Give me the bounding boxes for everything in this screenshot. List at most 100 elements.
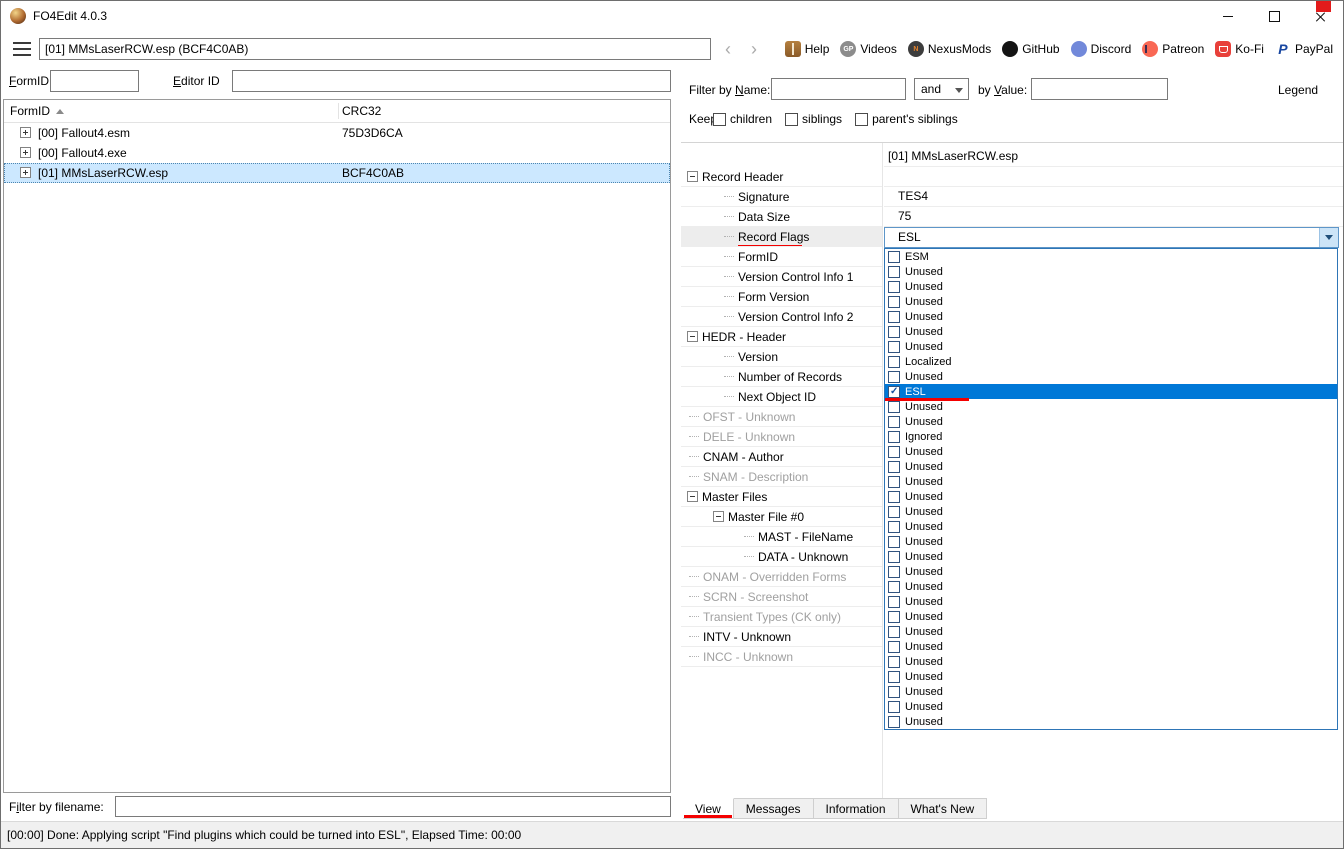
checkbox-icon[interactable] (888, 701, 900, 713)
checkbox-icon[interactable] (888, 596, 900, 608)
minimize-button[interactable] (1205, 1, 1251, 31)
flag-option[interactable]: Unused (885, 699, 1337, 714)
flag-option[interactable]: Unused (885, 669, 1337, 684)
filter-operator-select[interactable]: and (914, 78, 969, 100)
flag-option[interactable]: Unused (885, 624, 1337, 639)
checkbox-icon[interactable] (888, 716, 900, 728)
field-row[interactable]: Version Control Info 1 (681, 267, 882, 287)
checkbox-icon[interactable] (888, 626, 900, 638)
checkbox-icon[interactable] (888, 641, 900, 653)
checkbox-icon[interactable] (888, 566, 900, 578)
flag-option[interactable]: Unused (885, 369, 1337, 384)
flag-option[interactable]: Unused (885, 714, 1337, 729)
flag-option[interactable]: ESM (885, 249, 1337, 264)
keep-option[interactable]: siblings (785, 112, 842, 126)
field-row[interactable]: Data Size (681, 207, 882, 227)
checkbox-icon[interactable] (888, 656, 900, 668)
flag-option[interactable]: Unused (885, 279, 1337, 294)
checkbox-icon[interactable] (888, 311, 900, 323)
plugin-row[interactable]: [00] Fallout4.exe (4, 143, 670, 163)
expand-plus-icon[interactable] (20, 147, 31, 158)
bottom-tab[interactable]: Messages (734, 798, 814, 819)
combobox-dropdown-button[interactable] (1319, 228, 1338, 247)
field-row[interactable]: HEDR - Header (681, 327, 882, 347)
flag-option[interactable]: Unused (885, 639, 1337, 654)
column-divider[interactable] (338, 103, 339, 119)
field-row[interactable]: MAST - FileName (681, 527, 882, 547)
bottom-tab[interactable]: View (683, 798, 734, 819)
field-row[interactable]: OFST - Unknown (681, 407, 882, 427)
checkbox-icon[interactable] (888, 296, 900, 308)
plugin-row[interactable]: [01] MMsLaserRCW.esp BCF4C0AB (4, 163, 670, 183)
field-row[interactable]: DELE - Unknown (681, 427, 882, 447)
filter-value-input[interactable] (1031, 78, 1168, 100)
checkbox-icon[interactable] (888, 686, 900, 698)
forward-button[interactable]: › (745, 40, 763, 58)
checkbox-icon[interactable] (888, 446, 900, 458)
collapse-minus-icon[interactable] (687, 331, 698, 342)
checkbox-icon[interactable] (888, 371, 900, 383)
checkbox-icon[interactable] (888, 611, 900, 623)
toolbar-link[interactable]: Help (785, 41, 830, 57)
checkbox-icon[interactable] (888, 266, 900, 278)
toolbar-link[interactable]: GP Videos (840, 41, 896, 57)
field-row[interactable]: SNAM - Description (681, 467, 882, 487)
value-data-size[interactable]: 75 (884, 207, 1344, 227)
flag-option[interactable]: Unused (885, 654, 1337, 669)
flag-option[interactable]: Unused (885, 444, 1337, 459)
checkbox-icon[interactable] (888, 431, 900, 443)
keep-option[interactable]: children (713, 112, 772, 126)
toolbar-link[interactable]: GitHub (1002, 41, 1059, 57)
flag-option[interactable]: Unused (885, 579, 1337, 594)
legend-link[interactable]: Legend (1278, 83, 1318, 97)
flag-option[interactable]: Unused (885, 504, 1337, 519)
field-row[interactable]: Master Files (681, 487, 882, 507)
flag-option[interactable]: Unused (885, 519, 1337, 534)
back-button[interactable]: ‹ (719, 40, 737, 58)
field-row[interactable]: Record Flags (681, 227, 882, 247)
checkbox-icon[interactable] (888, 356, 900, 368)
checkbox-icon[interactable] (888, 671, 900, 683)
flag-option[interactable]: Unused (885, 339, 1337, 354)
checkbox-icon[interactable] (888, 521, 900, 533)
record-flags-combobox[interactable]: ESL (884, 227, 1339, 248)
flag-option[interactable]: Localized (885, 354, 1337, 369)
field-row[interactable]: INCC - Unknown (681, 647, 882, 667)
flag-option[interactable]: Unused (885, 459, 1337, 474)
column-header-formid[interactable]: FormID (10, 104, 64, 118)
expand-plus-icon[interactable] (20, 167, 31, 178)
field-row[interactable]: Form Version (681, 287, 882, 307)
flag-option[interactable]: Unused (885, 309, 1337, 324)
value-column-header[interactable]: [01] MMsLaserRCW.esp (884, 147, 1344, 167)
field-row[interactable]: INTV - Unknown (681, 627, 882, 647)
field-row[interactable]: ONAM - Overridden Forms (681, 567, 882, 587)
checkbox-icon[interactable] (888, 326, 900, 338)
selected-record-input[interactable] (39, 38, 711, 60)
field-row[interactable]: CNAM - Author (681, 447, 882, 467)
filter-name-input[interactable] (771, 78, 906, 100)
checkbox-icon[interactable] (888, 476, 900, 488)
field-row[interactable]: Version Control Info 2 (681, 307, 882, 327)
menu-hamburger-icon[interactable] (13, 42, 31, 56)
checkbox-icon[interactable] (888, 401, 900, 413)
filename-filter-input[interactable] (115, 796, 671, 817)
collapse-minus-icon[interactable] (687, 491, 698, 502)
plugin-row[interactable]: [00] Fallout4.esm 75D3D6CA (4, 123, 670, 143)
toolbar-link[interactable]: N NexusMods (908, 41, 991, 57)
toolbar-link[interactable]: Patreon (1142, 41, 1204, 57)
flag-option[interactable]: Unused (885, 414, 1337, 429)
expand-plus-icon[interactable] (20, 127, 31, 138)
flag-option[interactable]: Unused (885, 324, 1337, 339)
flag-option[interactable]: Unused (885, 399, 1337, 414)
flag-option[interactable]: Unused (885, 474, 1337, 489)
flag-option[interactable]: Unused (885, 684, 1337, 699)
field-row[interactable]: Number of Records (681, 367, 882, 387)
flag-option[interactable]: ESL (885, 384, 1337, 399)
checkbox-icon[interactable] (888, 581, 900, 593)
toolbar-link[interactable]: Discord (1071, 41, 1132, 57)
checkbox-icon[interactable] (888, 416, 900, 428)
maximize-button[interactable] (1251, 1, 1297, 31)
column-header-crc32[interactable]: CRC32 (342, 104, 381, 118)
field-row[interactable]: DATA - Unknown (681, 547, 882, 567)
checkbox-icon[interactable] (888, 536, 900, 548)
